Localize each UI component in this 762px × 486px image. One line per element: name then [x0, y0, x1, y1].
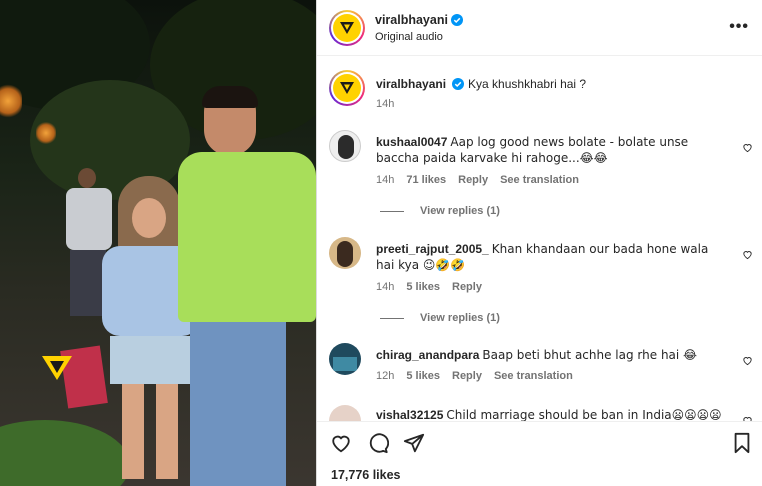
- comment-like-icon[interactable]: [742, 249, 753, 260]
- audio-label[interactable]: Original audio: [375, 31, 443, 43]
- more-options-button[interactable]: •••: [729, 18, 749, 36]
- see-translation-link[interactable]: See translation: [494, 370, 573, 382]
- commenter-avatar[interactable]: [329, 237, 361, 269]
- comment-time: 14h: [376, 281, 395, 293]
- comment-text: Child marriage should be ban in India😦😦😦…: [446, 408, 722, 421]
- bookmark-icon[interactable]: [731, 432, 753, 454]
- comment-likes[interactable]: 5 likes: [406, 281, 440, 293]
- comments-list[interactable]: viralbhayani Kya khushkhabri hai ? 14h ku…: [317, 57, 762, 421]
- view-replies-label: View replies (1): [420, 205, 500, 217]
- caption-time: 14h: [376, 98, 395, 110]
- see-translation-link[interactable]: See translation: [500, 174, 579, 186]
- background-lamp: [36, 122, 56, 144]
- author-avatar[interactable]: [329, 70, 365, 106]
- comment-likes[interactable]: 71 likes: [406, 174, 446, 186]
- post-header: viralbhayani Original audio •••: [317, 0, 762, 56]
- background-lamp: [0, 84, 22, 118]
- comment-username[interactable]: vishal32125: [376, 408, 443, 421]
- post-details-panel: viralbhayani Original audio ••• viralbha…: [316, 0, 762, 486]
- comment-likes[interactable]: 5 likes: [406, 370, 440, 382]
- post-actions: [317, 421, 762, 461]
- caption-text: Kya khushkhabri hai ?: [468, 77, 587, 91]
- comment-time: 12h: [376, 370, 395, 382]
- comment-username[interactable]: kushaal0047: [376, 135, 447, 149]
- view-replies-button[interactable]: View replies (1): [380, 312, 500, 324]
- reply-button[interactable]: Reply: [452, 370, 482, 382]
- verified-badge-icon: [450, 14, 463, 26]
- reply-button[interactable]: Reply: [458, 174, 488, 186]
- author-username[interactable]: viralbhayani: [375, 13, 448, 27]
- comment-text: Baap beti bhut achhe lag rhe hai 😂: [482, 348, 698, 362]
- post-video[interactable]: [0, 0, 316, 486]
- comment-icon[interactable]: [367, 432, 389, 454]
- man-figure: [178, 86, 316, 486]
- verified-badge-icon: [452, 78, 465, 90]
- comment-time: 14h: [376, 174, 395, 186]
- author-avatar[interactable]: [329, 10, 365, 46]
- reply-button[interactable]: Reply: [452, 281, 482, 293]
- likes-count[interactable]: 17,776 likes: [331, 468, 401, 482]
- view-replies-button[interactable]: View replies (1): [380, 205, 500, 217]
- comment-like-icon[interactable]: [742, 142, 753, 153]
- comment-username[interactable]: chirag_anandpara: [376, 348, 479, 362]
- comment-username[interactable]: preeti_rajput_2005_: [376, 242, 489, 256]
- commenter-avatar[interactable]: [329, 343, 361, 375]
- view-replies-label: View replies (1): [420, 312, 500, 324]
- heart-icon[interactable]: [330, 432, 352, 454]
- commenter-avatar[interactable]: [329, 405, 361, 421]
- viral-bhayani-watermark: [40, 352, 74, 382]
- caption-username[interactable]: viralbhayani: [376, 77, 446, 91]
- comment-like-icon[interactable]: [742, 355, 753, 366]
- share-icon[interactable]: [403, 432, 425, 454]
- commenter-avatar[interactable]: [329, 130, 361, 162]
